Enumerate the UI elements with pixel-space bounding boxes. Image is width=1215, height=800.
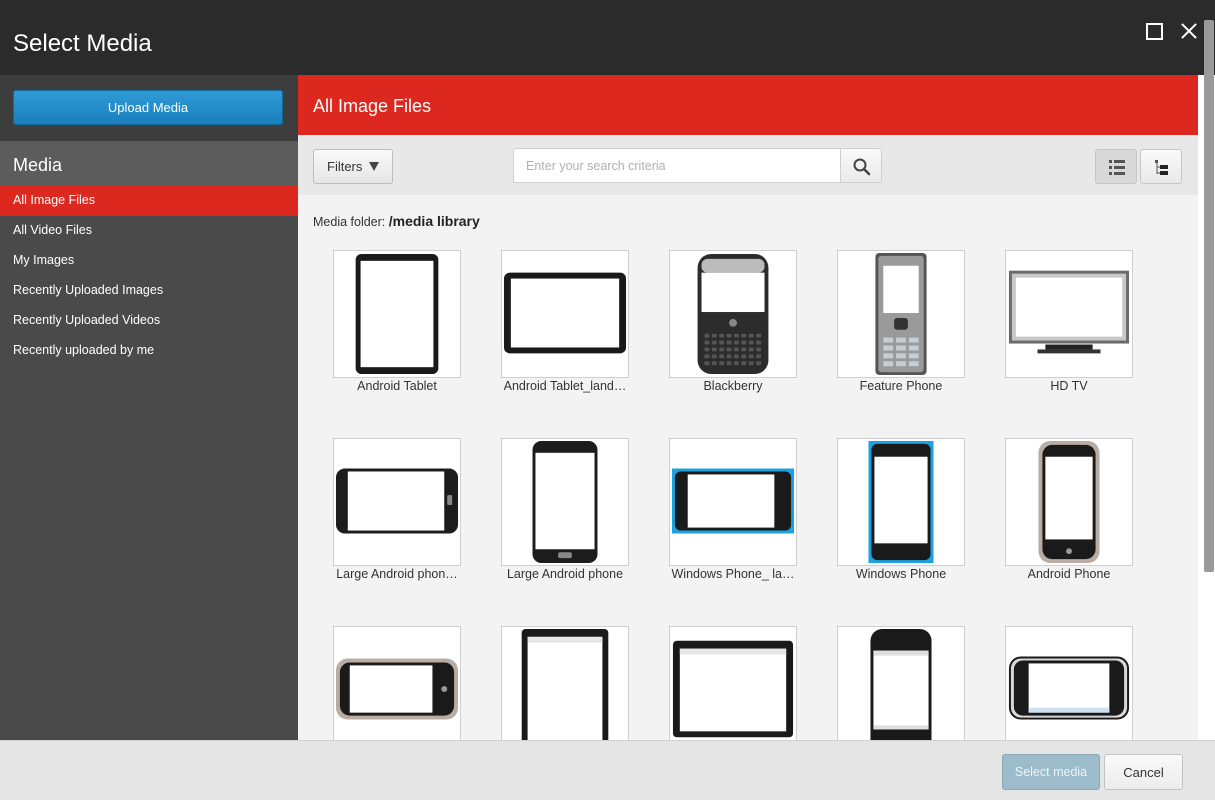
media-item[interactable]: Large Android phon… [333,438,461,581]
sidebar-item-all-video-files[interactable]: All Video Files [0,216,298,246]
dialog-footer: Select media Cancel [0,740,1215,800]
media-thumbnail[interactable] [1005,438,1133,566]
media-item-label: Windows Phone_ la… [671,567,795,581]
media-thumbnail[interactable] [501,250,629,378]
media-item[interactable] [837,626,965,740]
upload-area: Upload Media [0,75,298,141]
tree-view-button[interactable] [1140,149,1182,184]
tv-image [1008,270,1130,354]
media-item[interactable]: HD TV [1005,250,1133,393]
media-item[interactable]: Large Android phone [501,438,629,581]
search-icon [853,158,871,176]
caret-down-icon [369,162,379,171]
media-item-label: Android Tablet_land… [503,379,627,393]
media-item[interactable]: Feature Phone [837,250,965,393]
media-item[interactable]: Blackberry [669,250,797,393]
search-input[interactable] [513,148,841,183]
media-thumbnail[interactable] [669,250,797,378]
folder-prefix: Media folder: [313,215,386,229]
winphone-landscape-image [671,468,795,534]
blackberry-image [697,253,769,375]
filters-label: Filters [327,159,363,174]
sidebar-item-recently-uploaded-by-me[interactable]: Recently uploaded by me [0,336,298,366]
iphone-portrait-image [870,628,932,740]
media-thumbnail[interactable] [333,250,461,378]
sidebar: Upload Media Media All Image Files All V… [0,75,298,740]
phone-landscape-image [335,468,459,534]
media-thumbnail[interactable] [837,250,965,378]
media-item[interactable]: Windows Phone [837,438,965,581]
media-item[interactable]: Android Tablet [333,250,461,393]
android-landscape-image [335,658,459,720]
media-item-label: Large Android phone [506,567,624,581]
media-item[interactable] [669,626,797,740]
folder-path: /media library [388,213,480,229]
android-phone-image [1038,440,1100,564]
media-item[interactable]: Android Tablet_land… [501,250,629,393]
media-item-label: Large Android phon… [336,567,458,581]
filters-button[interactable]: Filters [313,149,393,184]
cancel-button[interactable]: Cancel [1104,754,1183,790]
media-item-label: Android Tablet [357,379,437,393]
media-item-label: Feature Phone [859,379,943,393]
sidebar-item-all-image-files[interactable]: All Image Files [0,186,298,216]
toolbar: Filters [298,135,1198,195]
maximize-icon[interactable] [1143,20,1165,42]
dialog-titlebar: Select Media [0,0,1215,75]
close-icon[interactable] [1178,20,1200,42]
media-item-label: Android Phone [1027,567,1111,581]
media-item[interactable] [333,626,461,740]
sidebar-nav: All Image Files All Video Files My Image… [0,186,298,366]
sidebar-item-recently-uploaded-videos[interactable]: Recently Uploaded Videos [0,306,298,336]
main-panel: All Image Files Filters Enter your searc… [298,75,1198,740]
list-view-icon [1109,160,1125,175]
ipad-landscape-image [672,640,794,738]
media-thumbnail[interactable] [501,626,629,740]
sidebar-item-recently-uploaded-images[interactable]: Recently Uploaded Images [0,276,298,306]
dialog-title: Select Media [13,30,152,57]
media-item[interactable]: Android Phone [1005,438,1133,581]
search-button[interactable] [840,148,882,183]
media-thumbnail[interactable] [1005,626,1133,740]
media-folder-path: Media folder: /media library [313,213,480,229]
tablet-portrait-image [355,253,439,375]
media-item-label: Blackberry [703,379,763,393]
media-item[interactable] [1005,626,1133,740]
list-view-button[interactable] [1095,149,1137,184]
scrollbar[interactable] [1204,20,1214,572]
tree-view-icon [1155,160,1168,175]
main-title: All Image Files [298,75,1198,135]
upload-media-button[interactable]: Upload Media [13,90,283,125]
media-thumbnail[interactable] [837,438,965,566]
ipad-portrait-image [521,628,609,740]
media-thumbnail[interactable] [1005,250,1133,378]
media-thumbnail[interactable] [333,438,461,566]
media-thumbnail[interactable] [669,438,797,566]
winphone-portrait-image [868,440,934,564]
sidebar-heading: Media [0,141,298,186]
media-thumbnail[interactable] [669,626,797,740]
media-item-label: Windows Phone [855,567,947,581]
media-item[interactable] [501,626,629,740]
select-media-button[interactable]: Select media [1002,754,1100,790]
media-thumbnail[interactable] [837,626,965,740]
media-item[interactable]: Windows Phone_ la… [669,438,797,581]
phone-portrait-image [532,440,598,564]
iphone-landscape-image [1008,656,1130,720]
sidebar-item-my-images[interactable]: My Images [0,246,298,276]
media-thumbnail[interactable] [501,438,629,566]
media-item-label: HD TV [1050,379,1088,393]
media-thumbnail[interactable] [333,626,461,740]
feature-phone-image [875,252,927,376]
tablet-landscape-image [503,272,627,354]
